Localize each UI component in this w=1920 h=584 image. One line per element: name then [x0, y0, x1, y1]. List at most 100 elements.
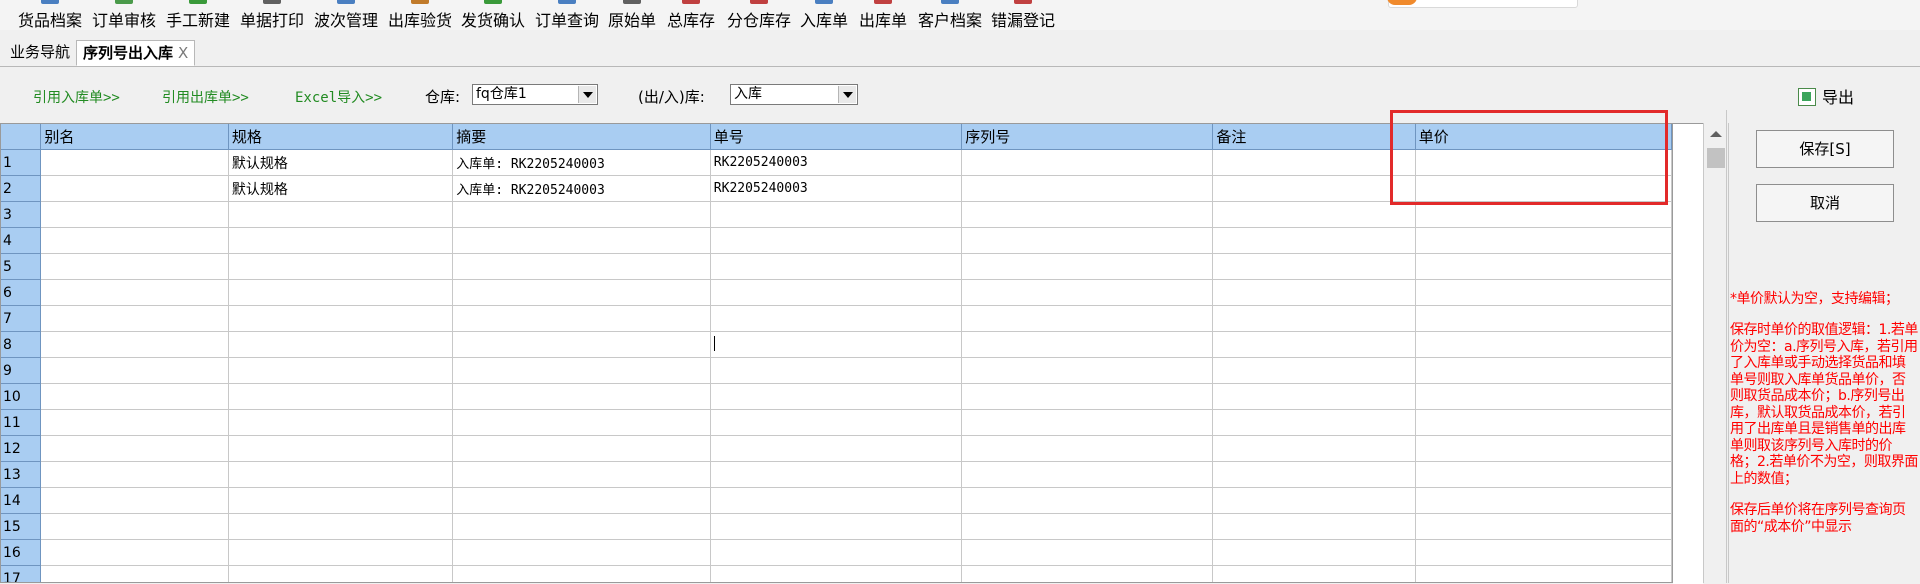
- table-cell[interactable]: [1212, 461, 1416, 488]
- table-cell[interactable]: [1415, 383, 1672, 410]
- table-cell[interactable]: [452, 383, 711, 410]
- scroll-thumb[interactable]: [1707, 148, 1725, 168]
- cell-summary[interactable]: 入库单: RK2205240003: [452, 175, 711, 202]
- tab-business-nav[interactable]: 业务导航: [4, 40, 76, 64]
- table-cell[interactable]: [1415, 331, 1672, 358]
- toolbar-outbound-check[interactable]: 出库验货: [388, 0, 452, 30]
- table-cell[interactable]: [1212, 565, 1416, 582]
- table-cell[interactable]: [961, 253, 1214, 280]
- column-header-order-no[interactable]: 单号: [710, 124, 963, 150]
- table-cell[interactable]: [1415, 409, 1672, 436]
- table-cell[interactable]: [40, 331, 229, 358]
- table-cell[interactable]: [710, 331, 963, 358]
- table-cell[interactable]: [710, 279, 963, 306]
- cell-remark[interactable]: [1212, 175, 1416, 202]
- table-cell[interactable]: [961, 565, 1214, 582]
- toolbar-original-order[interactable]: 原始单: [608, 0, 656, 30]
- table-cell[interactable]: [1212, 409, 1416, 436]
- direction-select[interactable]: 入库: [730, 84, 858, 105]
- table-cell[interactable]: [40, 227, 229, 254]
- column-header-spec[interactable]: 规格: [228, 124, 454, 150]
- table-cell[interactable]: [40, 357, 229, 384]
- table-cell[interactable]: [1212, 513, 1416, 540]
- table-cell[interactable]: [452, 279, 711, 306]
- table-cell[interactable]: [1212, 227, 1416, 254]
- table-cell[interactable]: [1212, 357, 1416, 384]
- cell-alias[interactable]: [40, 175, 229, 202]
- save-button[interactable]: 保存[S]: [1756, 130, 1894, 168]
- cell-serial[interactable]: [961, 149, 1214, 176]
- export-button[interactable]: 导出: [1798, 84, 1854, 107]
- table-cell[interactable]: [452, 227, 711, 254]
- ref-outbound-link[interactable]: 引用出库单>>: [162, 87, 249, 107]
- column-header-summary[interactable]: 摘要: [452, 124, 711, 150]
- table-cell[interactable]: [228, 513, 454, 540]
- table-cell[interactable]: [710, 565, 963, 582]
- table-cell[interactable]: [228, 565, 454, 582]
- table-cell[interactable]: [961, 331, 1214, 358]
- table-cell[interactable]: [710, 383, 963, 410]
- table-cell[interactable]: [961, 201, 1214, 228]
- cell-alias[interactable]: [40, 149, 229, 176]
- toolbar-order-search[interactable]: 订单查询: [535, 0, 599, 30]
- toolbar-error-register[interactable]: 错漏登记: [991, 0, 1055, 30]
- table-cell[interactable]: [40, 383, 229, 410]
- table-cell[interactable]: [1212, 201, 1416, 228]
- table-cell[interactable]: [228, 279, 454, 306]
- table-cell[interactable]: [228, 227, 454, 254]
- table-cell[interactable]: [1212, 383, 1416, 410]
- table-cell[interactable]: [1212, 253, 1416, 280]
- chevron-down-icon[interactable]: [578, 86, 596, 103]
- table-cell[interactable]: [1415, 253, 1672, 280]
- table-cell[interactable]: [710, 253, 963, 280]
- tab-close-icon[interactable]: X: [178, 44, 188, 62]
- table-cell[interactable]: [1415, 279, 1672, 306]
- table-cell[interactable]: [1415, 565, 1672, 582]
- table-cell[interactable]: [228, 383, 454, 410]
- toolbar-wave-manage[interactable]: 波次管理: [314, 0, 378, 30]
- toolbar-goods-archive[interactable]: 货品档案: [18, 0, 82, 30]
- table-cell[interactable]: [1415, 539, 1672, 566]
- cell-spec[interactable]: 默认规格: [228, 175, 454, 202]
- tab-serial-inout[interactable]: 序列号出入库 X: [76, 40, 196, 66]
- table-cell[interactable]: [1415, 513, 1672, 540]
- table-cell[interactable]: [228, 357, 454, 384]
- cell-summary[interactable]: 入库单: RK2205240003: [452, 149, 711, 176]
- column-header-alias[interactable]: 别名: [40, 124, 229, 150]
- table-cell[interactable]: [961, 227, 1214, 254]
- table-cell[interactable]: [228, 435, 454, 462]
- table-cell[interactable]: [1415, 227, 1672, 254]
- table-cell[interactable]: [1212, 305, 1416, 332]
- table-cell[interactable]: [1415, 357, 1672, 384]
- column-header-remark[interactable]: 备注: [1212, 124, 1416, 150]
- table-cell[interactable]: [961, 487, 1214, 514]
- table-cell[interactable]: [228, 305, 454, 332]
- table-cell[interactable]: [40, 253, 229, 280]
- toolbar-inbound-order[interactable]: 入库单: [800, 0, 848, 30]
- table-cell[interactable]: [452, 253, 711, 280]
- table-cell[interactable]: [961, 357, 1214, 384]
- cell-order-no[interactable]: RK2205240003: [710, 175, 963, 202]
- excel-import-link[interactable]: Excel导入>>: [295, 87, 382, 107]
- warehouse-select[interactable]: fq仓库1: [472, 84, 598, 105]
- toolbar-order-audit[interactable]: 订单审核: [92, 0, 156, 30]
- cell-serial[interactable]: [961, 175, 1214, 202]
- table-cell[interactable]: [452, 461, 711, 488]
- table-cell[interactable]: [40, 409, 229, 436]
- table-cell[interactable]: [710, 201, 963, 228]
- toolbar-customer-archive[interactable]: 客户档案: [918, 0, 982, 30]
- toolbar-print[interactable]: 单据打印: [240, 0, 304, 30]
- table-cell[interactable]: [40, 461, 229, 488]
- cell-spec[interactable]: 默认规格: [228, 149, 454, 176]
- table-cell[interactable]: [40, 435, 229, 462]
- table-cell[interactable]: [1212, 435, 1416, 462]
- table-cell[interactable]: [452, 513, 711, 540]
- table-cell[interactable]: [228, 409, 454, 436]
- table-cell[interactable]: [40, 565, 229, 582]
- table-cell[interactable]: [1415, 305, 1672, 332]
- table-cell[interactable]: [40, 539, 229, 566]
- table-cell[interactable]: [40, 513, 229, 540]
- table-cell[interactable]: [961, 279, 1214, 306]
- table-cell[interactable]: [710, 409, 963, 436]
- table-cell[interactable]: [40, 487, 229, 514]
